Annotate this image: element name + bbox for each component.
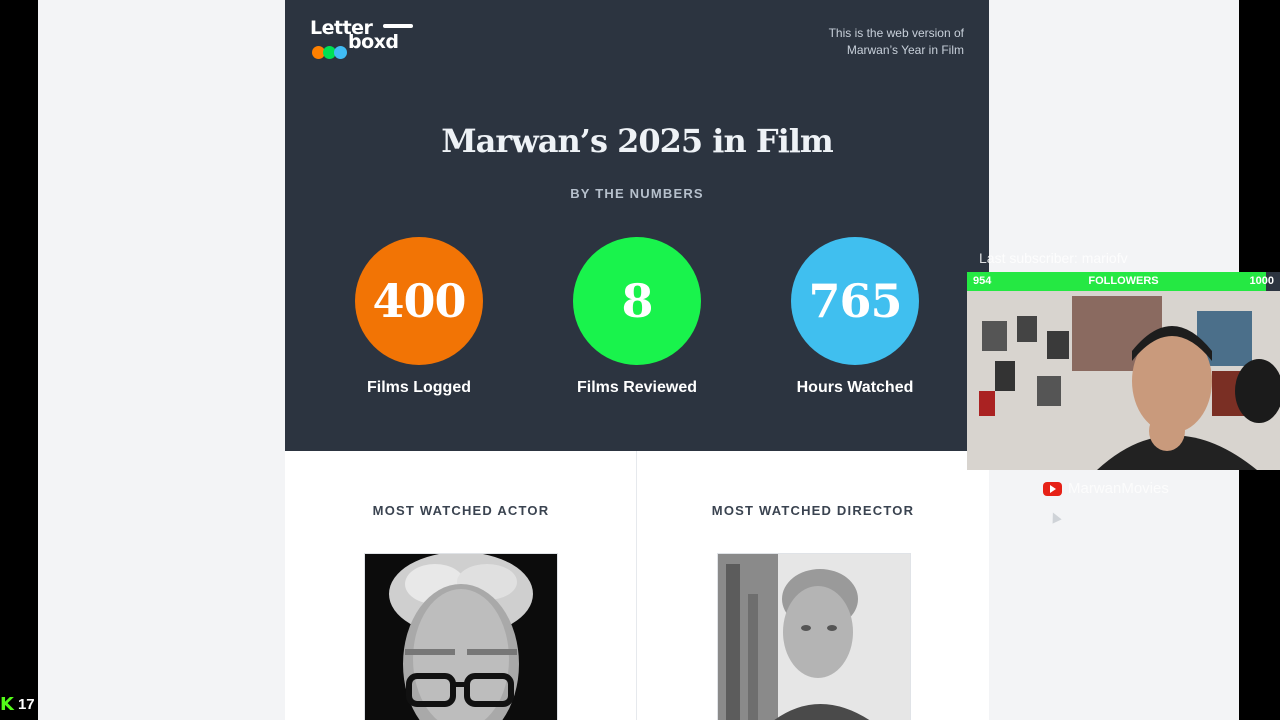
stat-label: Films Reviewed bbox=[576, 379, 698, 396]
web-note-line2: Marwan’s Year in Film bbox=[846, 43, 964, 57]
director-portrait[interactable] bbox=[717, 553, 911, 720]
stat-label: Hours Watched bbox=[796, 379, 914, 396]
letterboxd-logo[interactable]: Letter boxd bbox=[310, 17, 420, 65]
youtube-icon bbox=[1043, 481, 1062, 496]
web-note-line1: This is the web version of bbox=[828, 26, 964, 40]
column-divider bbox=[636, 451, 637, 720]
stat-films-logged: 400 Films Logged bbox=[329, 237, 509, 397]
web-version-note: This is the web version of Marwan’s Year… bbox=[829, 25, 964, 59]
page-subtitle: BY THE NUMBERS bbox=[570, 186, 704, 201]
logo-text-bottom: boxd bbox=[348, 31, 399, 53]
youtube-handle: MarwanMovies bbox=[1043, 480, 1169, 497]
actor-portrait[interactable] bbox=[364, 553, 558, 720]
most-watched-director-heading: MOST WATCHED DIRECTOR bbox=[711, 503, 915, 518]
kick-viewer-counter: K 17 bbox=[0, 694, 35, 715]
latest-subscriber-ticker: Last subscriber: mariofv bbox=[979, 250, 1128, 266]
actor-portrait-image bbox=[365, 554, 557, 720]
stat-circle: 8 bbox=[573, 237, 701, 365]
director-portrait-image bbox=[718, 554, 910, 720]
stat-films-reviewed: 8 Films Reviewed bbox=[547, 237, 727, 397]
stat-circle: 765 bbox=[791, 237, 919, 365]
followers-label: FOLLOWERS bbox=[1088, 275, 1159, 287]
page-title: Marwan’s 2025 in Film bbox=[441, 122, 834, 160]
logo-blue-dot bbox=[334, 46, 347, 59]
followers-goal-bar: 954 FOLLOWERS 1000 bbox=[967, 272, 1280, 291]
stat-circle: 400 bbox=[355, 237, 483, 365]
followers-goal: 1000 bbox=[1249, 275, 1274, 287]
kick-viewer-count: 17 bbox=[17, 696, 35, 713]
webcam-feed bbox=[967, 291, 1280, 470]
stat-hours-watched: 765 Hours Watched bbox=[765, 237, 945, 397]
hero-section: Letter boxd This is the web version of M… bbox=[285, 0, 989, 451]
year-in-film-email: Letter boxd This is the web version of M… bbox=[285, 0, 989, 720]
youtube-channel-name: MarwanMovies bbox=[1068, 480, 1169, 497]
most-watched-actor-heading: MOST WATCHED ACTOR bbox=[372, 503, 550, 518]
most-watched-section: MOST WATCHED ACTOR MOST WATCHED DIRECTOR bbox=[285, 451, 989, 720]
logo-dash bbox=[383, 24, 413, 28]
kick-logo-icon: K bbox=[0, 694, 14, 715]
webcam-overlay: 954 FOLLOWERS 1000 bbox=[967, 272, 1280, 470]
stat-label: Films Logged bbox=[367, 379, 471, 396]
